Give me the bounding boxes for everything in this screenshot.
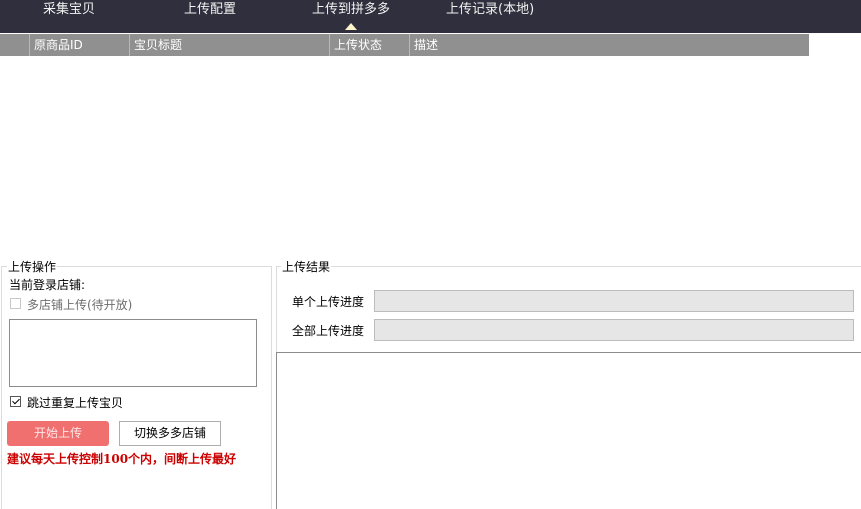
tab-upload-records-local[interactable]: 上传记录(本地) [446,0,534,33]
tab-label: 上传配置 [184,2,237,17]
switch-pdd-shop-button[interactable]: 切换多多店铺 [119,421,221,446]
column-header-description[interactable]: 描述 [410,34,809,56]
all-progress-label: 全部上传进度 [292,324,365,338]
upload-result-group-title: 上传结果 [281,258,332,275]
single-progress-label: 单个上传进度 [292,295,365,309]
app-window: 采集宝贝 上传配置 上传到拼多多 上传记录(本地) 原商品ID 宝贝标题 上传状… [0,0,861,509]
tab-upload-to-pdd[interactable]: 上传到拼多多 [312,0,390,33]
upload-limit-warning: 建议每天上传控制100个内，间断上传最好 [7,452,237,466]
tab-upload-config[interactable]: 上传配置 [184,0,236,33]
column-header-original-id[interactable]: 原商品ID [30,34,130,56]
skip-duplicate-checkbox[interactable] [10,396,21,407]
current-shop-label: 当前登录店铺: [9,278,86,292]
upload-ops-group-title: 上传操作 [7,258,58,275]
upload-ops-group-border-right [271,266,272,509]
tab-label: 上传到拼多多 [312,2,391,17]
multi-shop-checkbox[interactable] [10,298,21,309]
multi-shop-label: 多店铺上传(待开放) [27,298,133,312]
column-header-title[interactable]: 宝贝标题 [130,34,330,56]
single-upload-progress-bar [374,290,854,312]
tab-label: 上传记录(本地) [446,2,535,17]
upload-result-group-border-left [276,266,277,352]
shop-list-box[interactable] [9,319,257,387]
items-table-header: 原商品ID 宝贝标题 上传状态 描述 [0,34,809,56]
all-upload-progress-bar [374,319,854,341]
column-header-upload-status[interactable]: 上传状态 [330,34,410,56]
column-header-select[interactable] [0,34,30,56]
top-nav-bar: 采集宝贝 上传配置 上传到拼多多 上传记录(本地) [0,0,861,33]
tab-label: 采集宝贝 [43,2,96,17]
active-tab-caret-icon [345,23,357,30]
tab-collect-items[interactable]: 采集宝贝 [43,0,95,33]
upload-ops-group-border-left [1,266,2,509]
upload-result-log[interactable] [276,352,861,509]
skip-duplicate-label: 跳过重复上传宝贝 [27,396,124,410]
items-table-body[interactable] [0,56,861,256]
start-upload-button[interactable]: 开始上传 [7,421,109,446]
upload-result-group-border [276,266,861,267]
